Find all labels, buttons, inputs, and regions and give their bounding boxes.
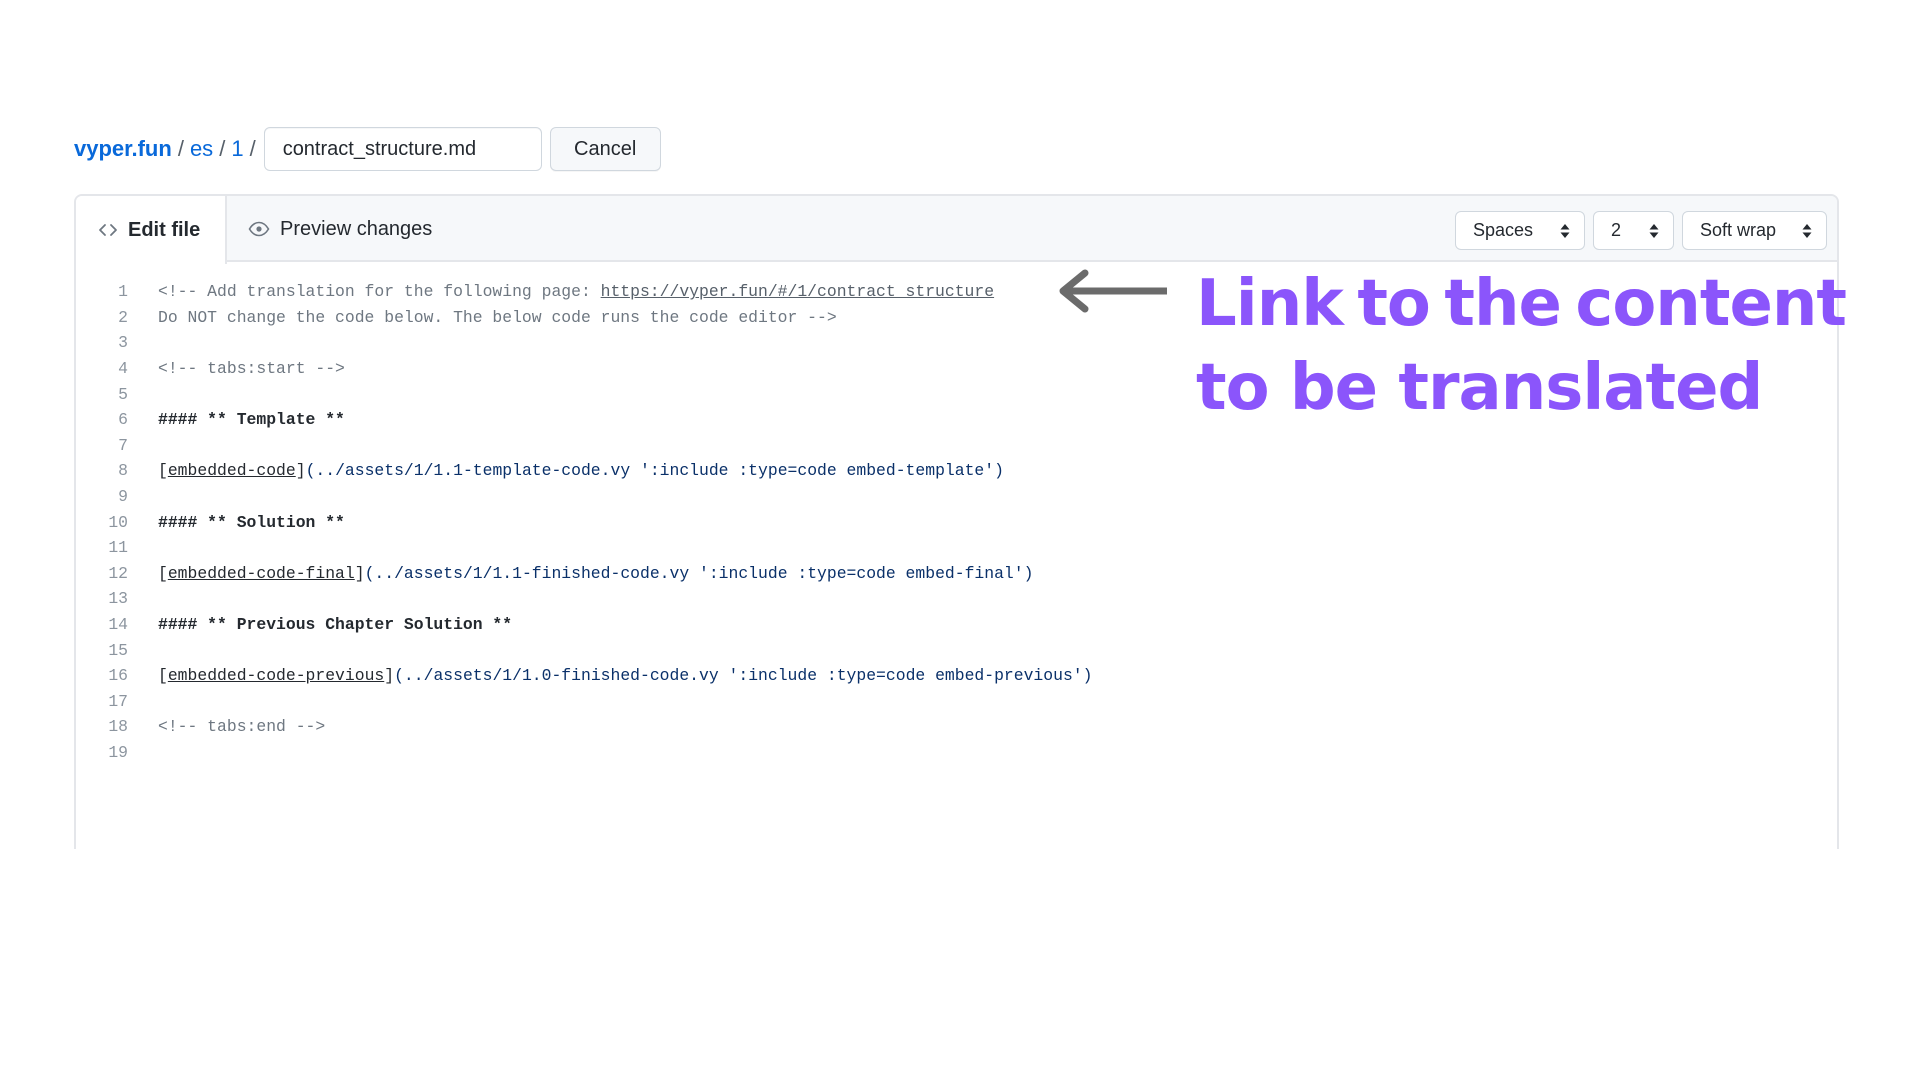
line-number: 4 <box>118 359 128 379</box>
code-token: (../assets/1/1.1-template-code.vy ':incl… <box>305 461 1004 481</box>
line-content: [embedded-code](../assets/1/1.1-template… <box>158 461 1004 480</box>
code-line[interactable]: 13 <box>76 586 1837 612</box>
line-content: [embedded-code-final](../assets/1/1.1-fi… <box>158 564 1033 583</box>
code-line[interactable]: 19 <box>76 740 1837 766</box>
annotation-word: Link <box>1196 267 1344 341</box>
line-content: [embedded-code-previous](../assets/1/1.0… <box>158 666 1092 685</box>
tab-edit-file[interactable]: Edit file <box>76 196 227 264</box>
tab-preview-changes-label: Preview changes <box>280 217 433 240</box>
indent-size-value: 2 <box>1611 220 1622 240</box>
code-token: embedded-code <box>167 461 296 481</box>
code-token: #### ** Template ** <box>158 410 345 430</box>
code-token: [ <box>158 461 168 481</box>
select-arrows-icon <box>1802 223 1812 238</box>
line-number: 15 <box>108 640 128 660</box>
wrap-mode-value: Soft wrap <box>1700 220 1777 240</box>
line-number: 11 <box>108 538 128 558</box>
translation-source-link[interactable]: https://vyper.fun/#/1/contract_structure <box>601 282 994 301</box>
page: vyper.fun / es / 1 / Cancel Edit file <box>0 0 1920 1080</box>
annotation-line-1: Link to the content <box>1196 262 1847 346</box>
code-token: embedded-code-previous <box>167 666 385 686</box>
annotation-word: content <box>1575 267 1847 341</box>
annotation-word: to <box>1357 267 1431 341</box>
line-number: 6 <box>118 410 128 430</box>
code-line[interactable]: 7 <box>76 433 1837 459</box>
code-line[interactable]: 15 <box>76 637 1837 663</box>
editor-options: Spaces 2 Soft wrap <box>1455 211 1827 250</box>
line-number: 12 <box>108 563 128 583</box>
line-content: #### ** Previous Chapter Solution ** <box>158 615 512 634</box>
editor-tab-bar: Edit file Preview changes Spaces 2 Soft … <box>76 196 1837 264</box>
line-number: 5 <box>118 384 128 404</box>
annotation-word: the <box>1444 267 1562 341</box>
line-number: 10 <box>108 512 128 532</box>
code-token: #### ** Previous Chapter Solution ** <box>158 615 513 635</box>
breadcrumb-link-1[interactable]: 1 <box>231 136 243 162</box>
line-number: 9 <box>118 487 128 507</box>
line-content: #### ** Template ** <box>158 410 345 429</box>
line-content: <!-- tabs:start --> <box>158 359 345 378</box>
code-token: <!-- tabs:end --> <box>158 717 326 737</box>
code-token: ] <box>354 563 365 583</box>
breadcrumb-root-link[interactable]: vyper.fun <box>74 136 172 162</box>
line-content: <!-- tabs:end --> <box>158 717 325 736</box>
tab-edit-file-label: Edit file <box>128 218 201 241</box>
line-number: 8 <box>118 461 128 481</box>
code-token: <!-- Add translation for the following p… <box>158 282 601 302</box>
code-line[interactable]: 12 [embedded-code-final](../assets/1/1.1-… <box>76 561 1837 587</box>
line-number: 13 <box>108 589 128 609</box>
code-token: [ <box>158 563 168 583</box>
code-icon <box>98 222 118 238</box>
code-line[interactable]: 14 #### ** Previous Chapter Solution ** <box>76 612 1837 638</box>
breadcrumb-separator: / <box>249 136 256 161</box>
line-number: 3 <box>118 333 128 353</box>
breadcrumb-link-es[interactable]: es <box>190 136 213 162</box>
code-token: ] <box>384 666 395 686</box>
arrow-left-icon <box>1059 269 1167 313</box>
code-token: (../assets/1/1.1-finished-code.vy ':incl… <box>364 563 1034 583</box>
select-arrows-icon <box>1560 223 1570 238</box>
line-number: 1 <box>118 282 128 302</box>
filename-input[interactable] <box>263 127 542 171</box>
annotation-line-2: to be translated <box>1196 351 1763 425</box>
breadcrumb: vyper.fun / es / 1 / Cancel <box>74 127 661 171</box>
breadcrumb-separator: / <box>177 136 184 161</box>
line-number: 17 <box>108 691 128 711</box>
code-token: (../assets/1/1.0-finished-code.vy ':incl… <box>394 666 1093 686</box>
code-token: embedded-code-final <box>167 563 355 583</box>
code-token: [ <box>158 666 168 686</box>
annotation-callout: Link to the content to be translated <box>1196 262 1847 430</box>
cancel-button[interactable]: Cancel <box>549 127 661 171</box>
code-token: ] <box>295 461 306 481</box>
line-content: #### ** Solution ** <box>158 513 345 532</box>
select-arrows-icon <box>1649 223 1659 238</box>
line-number: 16 <box>108 666 128 686</box>
line-number: 18 <box>108 717 128 737</box>
code-line[interactable]: 18 <!-- tabs:end --> <box>76 714 1837 740</box>
wrap-mode-select[interactable]: Soft wrap <box>1682 211 1827 250</box>
code-line[interactable]: 10 #### ** Solution ** <box>76 509 1837 535</box>
code-token: <!-- tabs:start --> <box>158 359 345 379</box>
indent-size-select[interactable]: 2 <box>1593 211 1674 250</box>
code-line[interactable]: 9 <box>76 484 1837 510</box>
eye-icon <box>248 221 270 237</box>
line-number: 2 <box>118 307 128 327</box>
breadcrumb-separator: / <box>219 136 226 161</box>
line-number: 14 <box>108 615 128 635</box>
line-content: <!-- Add translation for the following p… <box>158 282 994 301</box>
indent-mode-value: Spaces <box>1473 220 1534 240</box>
indent-mode-select[interactable]: Spaces <box>1455 211 1585 250</box>
line-content: Do NOT change the code below. The below … <box>158 308 837 327</box>
code-line[interactable]: 8 [embedded-code](../assets/1/1.1-templat… <box>76 458 1837 484</box>
line-number: 7 <box>118 435 128 455</box>
code-line[interactable]: 16 [embedded-code-previous](../assets/1/1… <box>76 663 1837 689</box>
code-line[interactable]: 17 <box>76 689 1837 715</box>
code-token: Do NOT change the code below. The below … <box>158 307 837 327</box>
code-token: #### ** Solution ** <box>158 512 345 532</box>
code-line[interactable]: 11 <box>76 535 1837 561</box>
tab-preview-changes[interactable]: Preview changes <box>246 196 432 262</box>
line-number: 19 <box>108 742 128 762</box>
